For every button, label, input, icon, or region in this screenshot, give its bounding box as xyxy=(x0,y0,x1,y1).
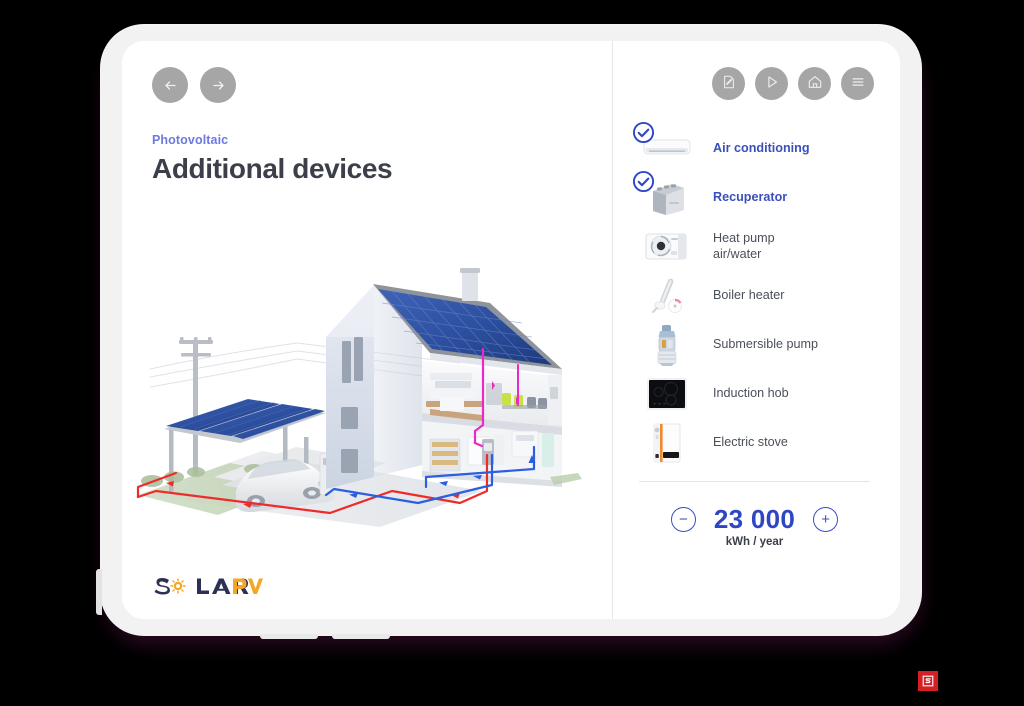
tablet-device-frame: Photovoltaic Additional devices Air cond… xyxy=(96,24,922,639)
checkmark-icon xyxy=(632,121,655,143)
navigation-buttons xyxy=(152,67,582,103)
heat-pump-icon xyxy=(635,224,699,270)
induction-hob-icon xyxy=(635,371,699,417)
device-label: Induction hob xyxy=(713,385,789,400)
device-row-submersible-pump[interactable]: Submersible pump xyxy=(635,320,874,369)
device-row-induction-hob[interactable]: Induction hob xyxy=(635,369,874,418)
back-button[interactable] xyxy=(152,67,188,103)
tablet-side-button[interactable] xyxy=(96,569,102,615)
menu-button[interactable] xyxy=(841,67,874,100)
device-label: Air conditioning xyxy=(713,140,810,155)
screenshot-root: Photovoltaic Additional devices Air cond… xyxy=(0,0,1024,706)
breadcrumb-category: Photovoltaic xyxy=(152,133,229,147)
arrow-right-icon xyxy=(210,77,227,94)
red-s-badge[interactable] xyxy=(918,671,938,691)
electric-stove-icon xyxy=(635,420,699,466)
tablet-screen: Photovoltaic Additional devices Air cond… xyxy=(122,41,900,619)
device-list: Air conditioning Recuperator Heat pump a… xyxy=(632,121,874,467)
brand-logo xyxy=(154,575,264,597)
house-solar-illustration xyxy=(130,241,600,531)
device-label: Recuperator xyxy=(713,189,788,204)
increment-button[interactable]: + xyxy=(813,507,839,532)
energy-unit: kWh / year xyxy=(725,536,784,548)
home-icon xyxy=(807,74,823,93)
page-title: Additional devices xyxy=(152,153,393,184)
checkmark-icon xyxy=(632,170,655,192)
device-row-electric-stove[interactable]: Electric stove xyxy=(635,418,874,467)
toolbar xyxy=(635,67,874,100)
energy-unit-wrap: kWh / year xyxy=(635,536,874,548)
decrement-button[interactable]: − xyxy=(670,507,696,532)
arrow-left-icon xyxy=(162,77,179,94)
edit-note-icon xyxy=(721,74,737,93)
play-icon xyxy=(764,74,780,93)
recuperator-icon xyxy=(632,170,699,221)
submersible-pump-icon xyxy=(635,322,699,368)
edit-note-button[interactable] xyxy=(712,67,745,100)
left-content-pane: Photovoltaic Additional devices xyxy=(122,41,612,619)
energy-counter: − 23 000 + xyxy=(635,504,874,535)
device-label: Heat pump air/water xyxy=(713,230,775,261)
play-button[interactable] xyxy=(755,67,788,100)
device-label: Electric stove xyxy=(713,434,788,449)
section-divider xyxy=(639,481,870,482)
home-button[interactable] xyxy=(798,67,831,100)
device-row-recuperator[interactable]: Recuperator xyxy=(632,170,874,222)
device-row-air-conditioning[interactable]: Air conditioning xyxy=(632,121,874,173)
device-label: Submersible pump xyxy=(713,336,818,351)
right-content-pane: Air conditioning Recuperator Heat pump a… xyxy=(613,41,900,619)
menu-icon xyxy=(850,74,866,93)
tablet-bottom-button-2[interactable] xyxy=(332,634,390,639)
device-label: Boiler heater xyxy=(713,287,785,302)
tablet-bottom-button-1[interactable] xyxy=(260,634,318,639)
air-conditioner-icon xyxy=(632,121,699,172)
forward-button[interactable] xyxy=(200,67,236,103)
boiler-heater-icon xyxy=(635,273,699,319)
energy-value: 23 000 xyxy=(713,504,796,534)
device-row-boiler-heater[interactable]: Boiler heater xyxy=(635,271,874,320)
device-row-heat-pump[interactable]: Heat pump air/water xyxy=(635,222,874,271)
